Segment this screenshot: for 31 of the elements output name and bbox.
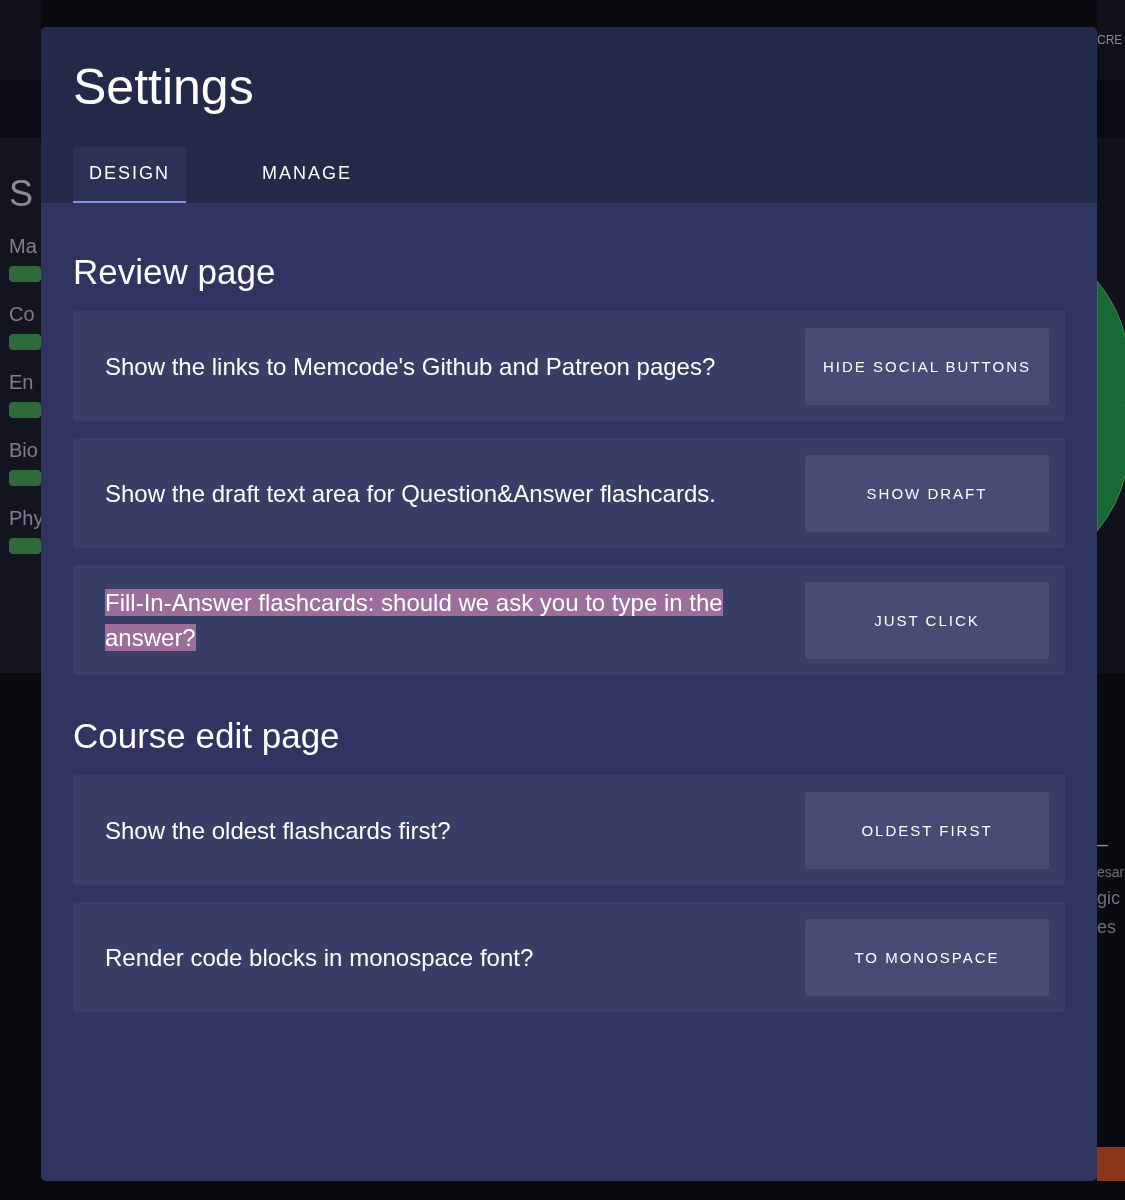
subject-label: Ma [9, 234, 38, 258]
bar-stub [9, 470, 41, 486]
partial-text: – [1097, 833, 1110, 856]
panel-title: S [9, 174, 34, 214]
toggle-button[interactable]: SHOW DRAFT [805, 454, 1049, 532]
tab[interactable]: MANAGE [246, 147, 369, 203]
dialog-title: Settings [73, 59, 255, 115]
partial-text: es [1097, 917, 1117, 938]
bar-stub [9, 266, 41, 282]
toggle-button[interactable]: JUST CLICK [805, 581, 1049, 659]
bar-stub [9, 334, 41, 350]
setting-question: Render code blocks in monospace font? [105, 942, 535, 973]
subject-label: Co [9, 302, 36, 326]
bar-stub [9, 402, 41, 418]
toggle-button[interactable]: OLDEST FIRST [805, 791, 1049, 869]
footer-strip [1097, 1147, 1125, 1181]
partial-text: esar [1097, 864, 1125, 880]
setting-question: Show the oldest flashcards first? [105, 815, 452, 846]
section-heading: Review page [73, 251, 277, 293]
tab[interactable]: DESIGN [73, 147, 186, 203]
partial-text: gic [1097, 888, 1121, 909]
setting-question: Fill-In-Answer flashcards: should we ask you to type in the answer? [105, 588, 724, 653]
subject-label: Bio [9, 438, 39, 462]
setting-question: Show the links to Memcode's Github and Patreon pages? [105, 351, 717, 382]
section-heading: Course edit page [73, 715, 341, 757]
header-link[interactable]: CRE [1097, 33, 1123, 47]
toggle-button[interactable]: HIDE SOCIAL BUTTONS [805, 327, 1049, 405]
subject-label: En [9, 370, 35, 394]
setting-question: Show the draft text area for Question&Answer flashcards. [105, 478, 717, 509]
bar-stub [9, 538, 41, 554]
toggle-button[interactable]: TO MONOSPACE [805, 918, 1049, 996]
